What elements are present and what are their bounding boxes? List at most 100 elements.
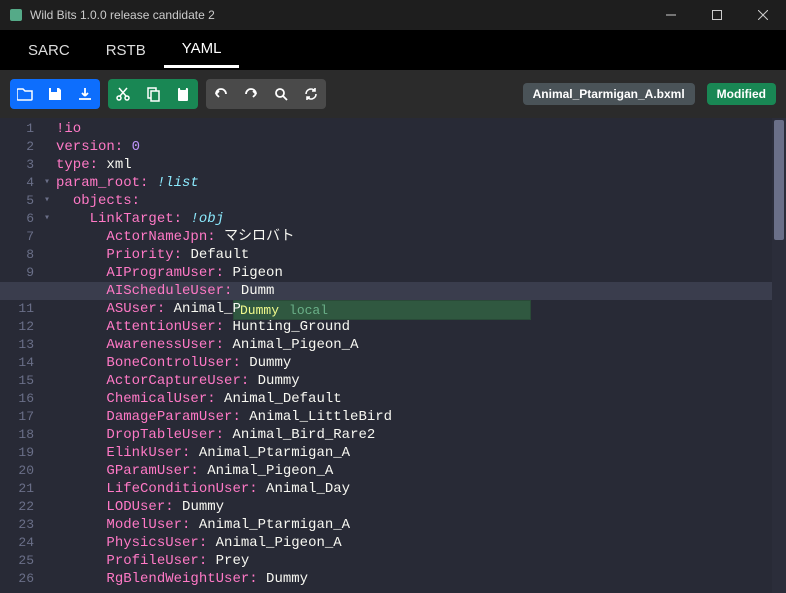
line-number: 20 [0,462,42,480]
code-line[interactable]: DamageParamUser: Animal_LittleBird [52,408,772,426]
line-number: 13 [0,336,42,354]
fold-marker [42,372,52,390]
filename-badge: Animal_Ptarmigan_A.bxml [523,83,695,105]
code-line[interactable]: ModelUser: Animal_Ptarmigan_A [52,516,772,534]
code-line[interactable]: version: 0 [52,138,772,156]
fold-marker [42,138,52,156]
tab-rstb[interactable]: RSTB [88,34,164,67]
line-number: 16 [0,390,42,408]
fold-marker [42,390,52,408]
tab-yaml[interactable]: YAML [164,32,240,68]
line-number: 9 [0,264,42,282]
line-number: 18 [0,426,42,444]
tab-sarc[interactable]: SARC [10,34,88,67]
code-line[interactable]: ChemicalUser: Animal_Default [52,390,772,408]
code-line[interactable]: type: xml [52,156,772,174]
line-number: 23 [0,516,42,534]
fold-marker [42,552,52,570]
modified-badge: Modified [707,83,776,105]
vertical-scrollbar[interactable] [772,118,786,593]
line-number: 3 [0,156,42,174]
toolbar: Animal_Ptarmigan_A.bxml Modified [0,70,786,118]
fold-marker[interactable]: ▾ [42,210,52,228]
code-line[interactable]: ActorNameJpn: マシロバト [52,228,772,246]
fold-marker [42,570,52,588]
window-title: Wild Bits 1.0.0 release candidate 2 [30,8,648,22]
line-number: 12 [0,318,42,336]
fold-marker [42,498,52,516]
code-line[interactable]: LinkTarget: !obj [52,210,772,228]
line-number: 5 [0,192,42,210]
close-button[interactable] [740,0,786,30]
fold-marker [42,336,52,354]
copy-button[interactable] [138,79,168,109]
code-editor[interactable]: 1234567891011121314151617181920212223242… [0,118,786,593]
code-line[interactable]: ElinkUser: Animal_Ptarmigan_A [52,444,772,462]
paste-button[interactable] [168,79,198,109]
titlebar: Wild Bits 1.0.0 release candidate 2 [0,0,786,30]
line-number: 15 [0,372,42,390]
code-line[interactable]: AIProgramUser: Pigeon [52,264,772,282]
code-line[interactable]: BoneControlUser: Dummy [52,354,772,372]
code-line[interactable]: LODUser: Dummy [52,498,772,516]
undo-button[interactable] [206,79,236,109]
line-number: 4 [0,174,42,192]
fold-marker [42,534,52,552]
cut-button[interactable] [108,79,138,109]
fold-marker [42,354,52,372]
line-number: 8 [0,246,42,264]
line-number: 1 [0,120,42,138]
search-button[interactable] [266,79,296,109]
fold-marker[interactable]: ▾ [42,174,52,192]
fold-marker [42,516,52,534]
redo-button[interactable] [236,79,266,109]
code-line[interactable]: objects: [52,192,772,210]
download-button[interactable] [70,79,100,109]
line-gutter: 1234567891011121314151617181920212223242… [0,118,42,593]
fold-marker [42,318,52,336]
code-line[interactable]: RgBlendWeightUser: Dummy [52,570,772,588]
fold-marker [42,120,52,138]
fold-marker [42,480,52,498]
tab-bar: SARC RSTB YAML [0,30,786,70]
line-number: 21 [0,480,42,498]
line-number: 22 [0,498,42,516]
fold-marker [42,246,52,264]
fold-marker [42,300,52,318]
code-line[interactable]: ProfileUser: Prey [52,552,772,570]
fold-marker [42,228,52,246]
line-number: 26 [0,570,42,588]
fold-marker [42,156,52,174]
code-line[interactable]: AttentionUser: Hunting_Ground [52,318,772,336]
code-line[interactable]: param_root: !list [52,174,772,192]
save-button[interactable] [40,79,70,109]
line-number: 2 [0,138,42,156]
line-number: 6 [0,210,42,228]
fold-marker [42,408,52,426]
maximize-button[interactable] [694,0,740,30]
code-line[interactable]: !io [52,120,772,138]
line-number: 14 [0,354,42,372]
line-number: 7 [0,228,42,246]
code-area[interactable]: Dummylocal !ioversion: 0type: xmlparam_r… [52,118,772,593]
line-number: 11 [0,300,42,318]
code-line[interactable]: AwarenessUser: Animal_Pigeon_A [52,336,772,354]
code-line[interactable]: PhysicsUser: Animal_Pigeon_A [52,534,772,552]
open-button[interactable] [10,79,40,109]
code-line[interactable]: GParamUser: Animal_Pigeon_A [52,462,772,480]
refresh-button[interactable] [296,79,326,109]
line-number: 25 [0,552,42,570]
scrollbar-thumb[interactable] [774,120,784,240]
code-line[interactable]: Priority: Default [52,246,772,264]
code-line[interactable]: LifeConditionUser: Animal_Day [52,480,772,498]
code-line[interactable]: ActorCaptureUser: Dummy [52,372,772,390]
code-line[interactable]: ASUser: Animal_P [52,300,772,318]
code-line[interactable]: DropTableUser: Animal_Bird_Rare2 [52,426,772,444]
fold-marker[interactable]: ▾ [42,192,52,210]
minimize-button[interactable] [648,0,694,30]
line-number: 17 [0,408,42,426]
code-line[interactable]: AIScheduleUser: Dumm [52,282,772,300]
fold-marker [42,462,52,480]
fold-marker [42,264,52,282]
fold-marker [42,444,52,462]
